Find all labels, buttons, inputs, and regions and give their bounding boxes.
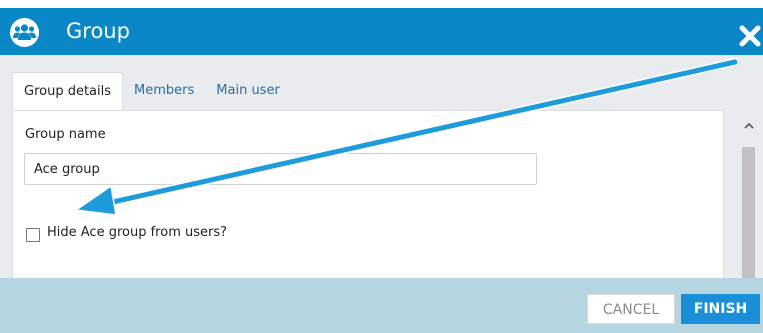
group-dialog: Group Group details Members Main user Gr… <box>0 0 763 333</box>
tab-members[interactable]: Members <box>123 72 205 110</box>
dialog-footer: CANCEL FINISH <box>0 278 763 333</box>
hide-group-checkbox[interactable] <box>26 228 40 242</box>
tab-main-user[interactable]: Main user <box>205 72 291 110</box>
finish-button[interactable]: FINISH <box>681 294 760 324</box>
cancel-button[interactable]: CANCEL <box>587 294 675 324</box>
group-name-input[interactable] <box>24 153 537 185</box>
scroll-up-icon[interactable] <box>743 120 755 132</box>
dialog-title: Group <box>66 19 130 43</box>
group-icon <box>10 18 39 47</box>
hide-group-checkbox-label[interactable]: Hide Ace group from users? <box>47 225 227 240</box>
tab-bar: Group details Members Main user <box>12 72 291 111</box>
group-name-label: Group name <box>25 127 106 142</box>
close-icon[interactable] <box>738 24 762 48</box>
dialog-body: Group details Members Main user Group na… <box>0 55 763 320</box>
dialog-titlebar: Group <box>0 8 763 55</box>
tab-group-details[interactable]: Group details <box>12 72 124 111</box>
scroll-thumb[interactable] <box>742 147 755 285</box>
